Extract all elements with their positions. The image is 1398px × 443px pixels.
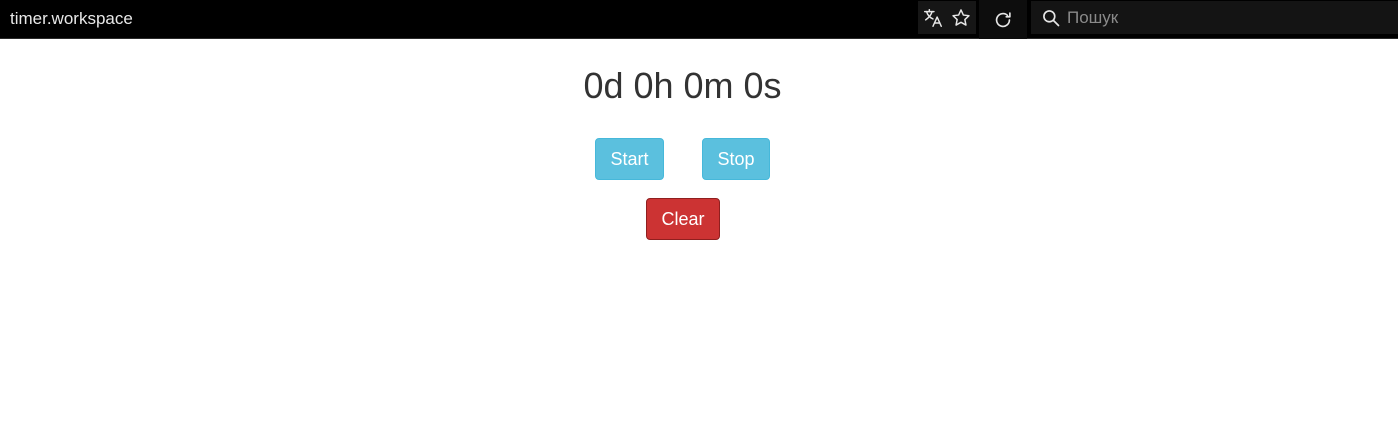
reload-icon[interactable]: [979, 0, 1027, 39]
search-input[interactable]: [1067, 5, 1387, 31]
star-icon[interactable]: [947, 1, 975, 34]
translate-icon[interactable]: [919, 1, 947, 34]
browser-toolbar: timer.workspace: [0, 0, 1398, 39]
address-bar-actions: [918, 1, 976, 34]
search-box[interactable]: [1031, 1, 1398, 34]
address-bar-url[interactable]: timer.workspace: [10, 9, 133, 29]
clear-button[interactable]: Clear: [646, 198, 720, 240]
search-icon: [1041, 8, 1061, 28]
timer-display: 0d 0h 0m 0s: [583, 65, 782, 106]
start-button[interactable]: Start: [595, 138, 664, 180]
stop-button[interactable]: Stop: [702, 138, 770, 180]
